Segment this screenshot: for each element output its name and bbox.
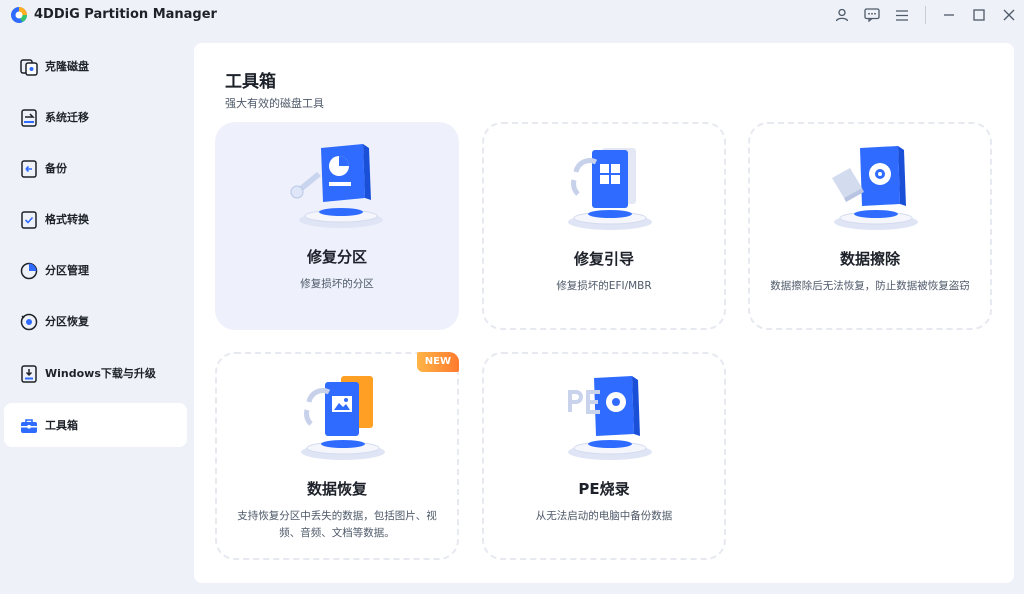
window-controls [827,0,1024,30]
sidebar-item-label: 分区管理 [45,264,89,277]
sidebar-item-system-migrate[interactable]: 系统迁移 [4,95,187,139]
sidebar-item-label: 克隆磁盘 [45,60,89,73]
backup-icon [21,160,37,178]
minimize-icon[interactable] [934,0,964,30]
card-description: 从无法启动的电脑中备份数据 [535,510,673,522]
app-title: 4DDiG Partition Manager [34,7,217,22]
sidebar-item-label: 备份 [45,162,67,175]
clone-disk-icon [20,59,38,76]
account-icon[interactable] [827,0,857,30]
feedback-icon[interactable] [857,0,887,30]
sidebar-item-label: 系统迁移 [45,111,89,124]
sidebar-item-partition-recover[interactable]: 分区恢复 [4,299,187,343]
partition-manage-icon [20,262,38,280]
sidebar-item-label: 分区恢复 [45,315,89,328]
windows-download-icon [21,365,37,383]
sidebar-item-windows-download[interactable]: Windows下载与升级 [4,351,187,395]
repair-partition-icon [290,144,383,228]
toolbox-icon [21,419,37,433]
repair-boot-icon [568,148,652,230]
card-pe-burn[interactable]: PE烧录 从无法启动的电脑中备份数据 [482,352,726,560]
page-subtitle: 强大有效的磁盘工具 [225,97,324,110]
card-data-recovery[interactable]: NEW 数据恢复 支持恢复分区中丢失的数据，包括图片、视频、音频、文档等数据。 [215,352,459,560]
sidebar-item-label: 工具箱 [45,419,78,432]
menu-icon[interactable] [887,0,917,30]
maximize-icon[interactable] [964,0,994,30]
card-description: 修复损坏的分区 [300,278,374,290]
card-description: 修复损坏的EFI/MBR [556,280,652,292]
sidebar-item-format-convert[interactable]: 格式转换 [4,197,187,241]
sidebar-item-partition-manage[interactable]: 分区管理 [4,248,187,292]
page-title: 工具箱 [225,72,276,92]
system-migrate-icon [21,109,37,127]
data-wipe-icon [832,146,918,230]
pe-burn-icon [568,376,652,460]
new-badge: NEW [416,352,459,372]
card-data-wipe[interactable]: 数据擦除 数据擦除后无法恢复，防止数据被恢复盗窃 [748,122,992,330]
partition-recover-icon [20,313,38,331]
sidebar-item-backup[interactable]: 备份 [4,146,187,190]
sidebar-item-clone-disk[interactable]: 克隆磁盘 [4,44,187,88]
format-convert-icon [21,211,37,229]
card-repair-boot[interactable]: 修复引导 修复损坏的EFI/MBR [482,122,726,330]
card-title: 修复分区 [306,248,367,266]
card-description: 数据擦除后无法恢复，防止数据被恢复盗窃 [770,280,970,292]
sidebar-item-label: Windows下载与升级 [45,367,156,380]
app-logo-icon [11,7,27,23]
card-title: 数据恢复 [306,480,367,498]
sidebar-item-toolbox[interactable]: 工具箱 [4,403,187,447]
titlebar-divider [925,6,926,24]
sidebar-item-label: 格式转换 [45,213,89,226]
card-description: 支持恢复分区中丢失的数据，包括图片、视频、音频、文档等数据。 [237,510,437,539]
card-title: PE烧录 [578,480,630,498]
close-icon[interactable] [994,0,1024,30]
title-bar: 4DDiG Partition Manager [0,0,1024,30]
card-title: 数据擦除 [839,250,900,268]
card-title: 修复引导 [573,250,634,268]
card-repair-partition[interactable]: 修复分区 修复损坏的分区 [215,122,459,330]
data-recovery-icon [301,376,385,460]
toolbox-panel: 工具箱 强大有效的磁盘工具 修复分区 修复损坏的分区 修复引导 修复损坏的EFI… [194,43,1014,583]
